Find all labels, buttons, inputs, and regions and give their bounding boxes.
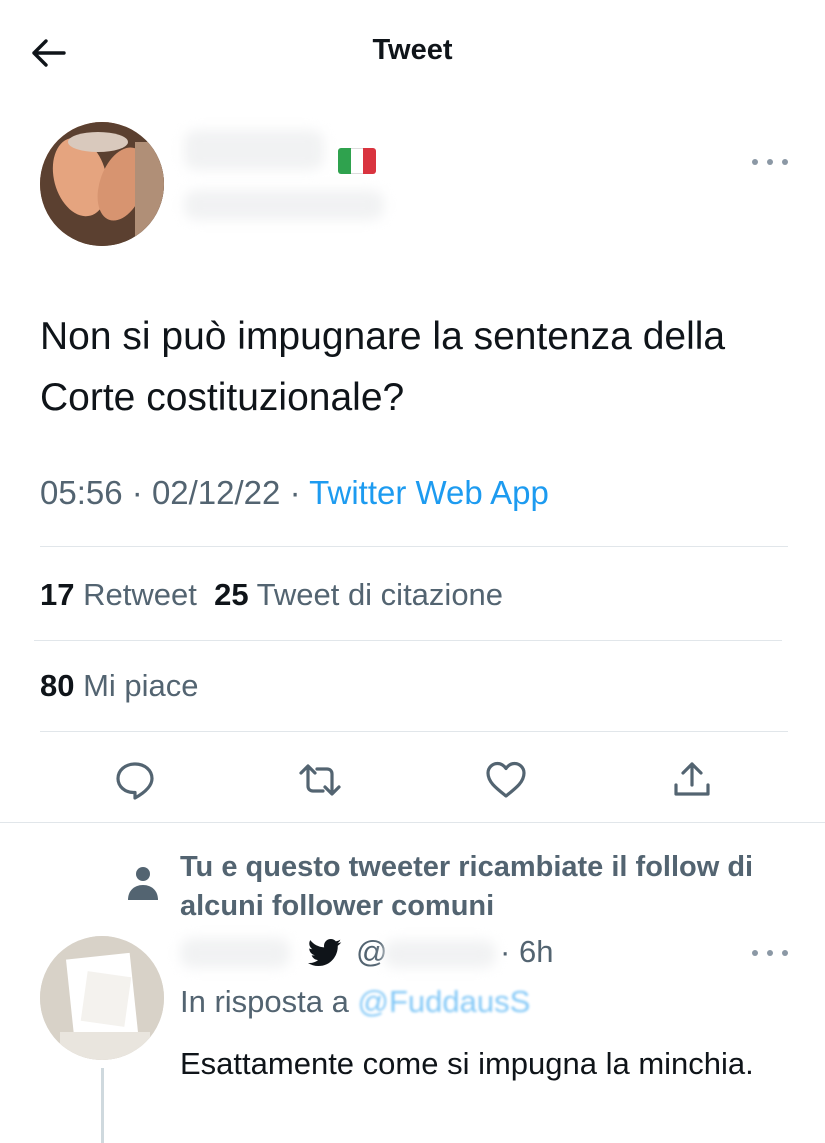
likes-count: 80 [40,668,75,703]
reply-time: 6h [518,934,554,969]
author-avatar[interactable] [40,122,164,246]
page-title: Tweet [372,34,453,66]
meta-separator: · [289,474,301,511]
divider [0,822,825,823]
like-icon[interactable] [484,758,528,802]
person-icon [128,867,158,900]
reply-to-handle[interactable]: @FuddausS [358,984,531,1019]
reply-text: Esattamente come si impugna la minchia. [180,1046,754,1081]
quote-label: Tweet di citazione [256,577,504,612]
reply-time-wrap: · 6h [500,934,553,970]
reply-at-sign: @ [356,934,388,969]
tweet-text: Non si può impugnare la sentenza della C… [40,315,726,419]
tweet-time: 05:56 [40,474,123,511]
reply-author-avatar[interactable] [40,936,164,1060]
tweet-source-link[interactable]: Twitter Web App [309,474,549,511]
reply-to-line: In risposta a @FuddausS [180,984,530,1020]
reply-author-name-redacted [180,938,290,968]
divider [40,731,788,732]
italian-flag-icon [338,148,376,174]
divider [34,640,782,641]
retweet-label: Retweet [83,577,197,612]
quote-count: 25 [214,577,249,612]
tweet-date: 02/12/22 [151,474,281,511]
meta-separator: · [131,474,143,511]
social-context-notice: Tu e questo tweeter ricambiate il follow… [180,851,754,922]
reply-icon[interactable] [113,758,157,802]
meta-separator: · [500,934,511,969]
tweet-meta: 05:56 · 02/12/22 · Twitter Web App [40,474,549,512]
retweet-stats[interactable]: 17 Retweet 25 Tweet di citazione [40,577,503,613]
thread-line [101,1068,104,1143]
share-icon[interactable] [670,758,714,802]
reply-author-handle-redacted [384,940,496,968]
retweet-icon[interactable] [298,758,342,802]
reply-meta: @ [356,934,387,970]
likes-label: Mi piace [83,668,199,703]
reply-to-label: In risposta a [180,984,349,1019]
author-name-redacted [184,130,324,170]
twitter-bird-icon [308,938,342,967]
retweet-count: 17 [40,577,75,612]
divider [40,546,788,547]
author-handle-redacted [184,190,384,220]
more-options-icon[interactable] [752,152,788,172]
reply-more-options-icon[interactable] [752,943,788,963]
likes-stats[interactable]: 80 Mi piace [40,668,199,704]
